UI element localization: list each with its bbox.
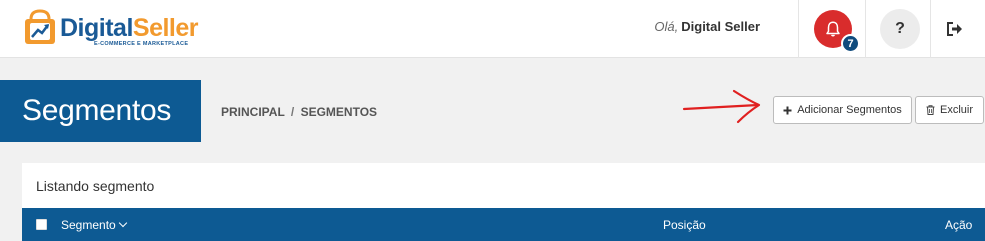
- digitalseller-logo[interactable]: DigitalSeller E-COMMERCE E MARKETPLACE: [22, 8, 199, 50]
- notifications-count-badge: 7: [841, 34, 860, 53]
- logo-text-seller: Seller: [132, 14, 199, 42]
- breadcrumb-current: SEGMENTOS: [300, 105, 378, 119]
- plus-icon: [783, 106, 792, 115]
- trash-icon: [926, 105, 935, 115]
- greeting-hello: Olá,: [654, 19, 679, 34]
- red-arrow-annotation: [682, 89, 761, 124]
- sign-out-icon: [947, 22, 962, 36]
- header-divider: [930, 0, 931, 58]
- breadcrumb-separator: /: [290, 105, 295, 119]
- header-divider: [865, 0, 866, 58]
- add-segment-button[interactable]: Adicionar Segmentos: [773, 96, 912, 124]
- logo-wordmark: DigitalSeller: [60, 14, 199, 43]
- bell-icon: [826, 21, 840, 37]
- column-label-segmento: Segmento: [61, 218, 116, 232]
- column-header-segmento[interactable]: Segmento: [61, 218, 127, 232]
- page-title-banner: Segmentos: [0, 80, 201, 142]
- greeting-user-name: Digital Seller: [681, 19, 760, 34]
- logo-text-digital: Digital: [60, 14, 133, 42]
- logo-tagline: E-COMMERCE E MARKETPLACE: [94, 41, 189, 47]
- table-header: Segmento Posição Ação: [22, 208, 985, 241]
- user-greeting: Olá, Digital Seller: [560, 19, 760, 34]
- column-header-posicao: Posição: [663, 218, 706, 232]
- breadcrumb-root[interactable]: PRINCIPAL: [221, 105, 285, 119]
- page-title: Segmentos: [22, 94, 172, 127]
- chevron-down-icon: [118, 218, 127, 228]
- segment-list-card: Listando segmento Segmento Posição Ação: [22, 163, 985, 241]
- column-header-acao: Ação: [945, 218, 973, 232]
- header-divider: [798, 0, 799, 58]
- help-button[interactable]: ?: [880, 9, 920, 49]
- shopping-bag-logo-icon: [25, 9, 55, 44]
- logout-button[interactable]: [940, 14, 970, 44]
- add-segment-label: Adicionar Segmentos: [797, 104, 902, 116]
- select-all-checkbox[interactable]: [36, 219, 47, 230]
- breadcrumb: PRINCIPAL / SEGMENTOS: [221, 105, 377, 119]
- list-title: Listando segmento: [36, 178, 155, 194]
- delete-button[interactable]: Excluir: [915, 96, 984, 124]
- delete-label: Excluir: [939, 104, 973, 116]
